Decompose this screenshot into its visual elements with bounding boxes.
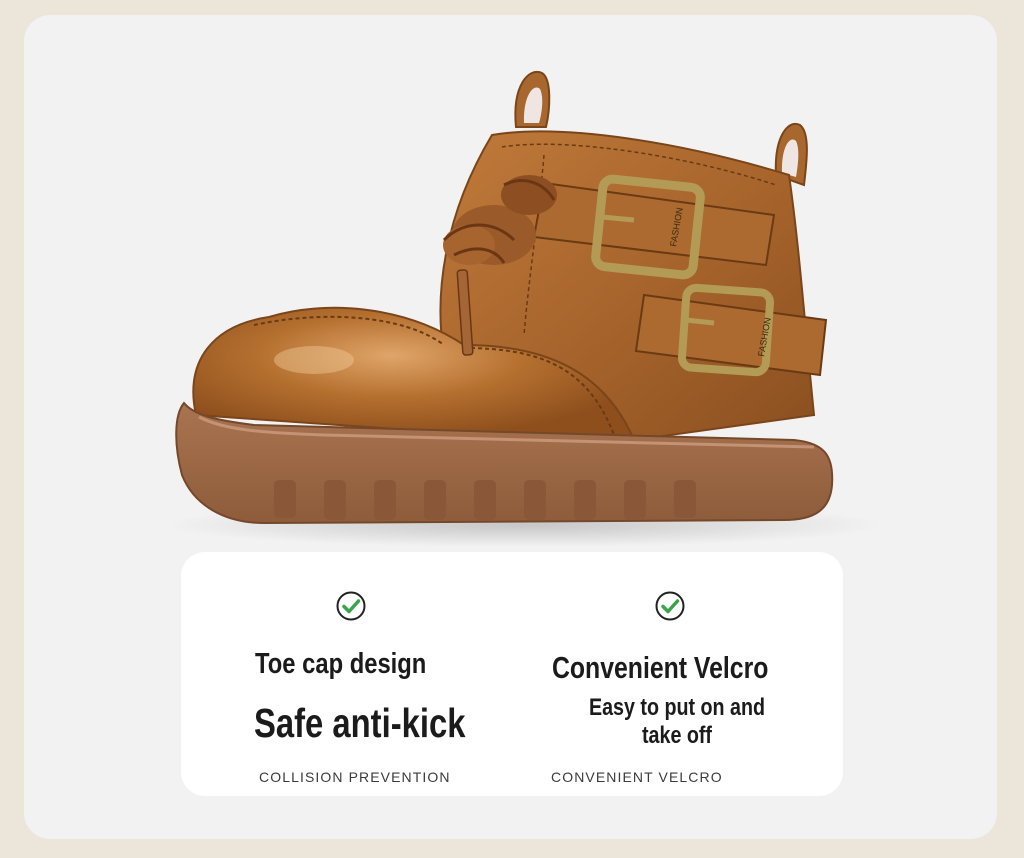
check-circle-icon (336, 591, 366, 621)
feature-heading: Toe cap design (255, 648, 427, 680)
feature-caption: CONVENIENT VELCRO (551, 769, 723, 785)
sole-tread (274, 480, 696, 520)
product-panel: FASHION FASHION Toe cap design Safe anti… (24, 15, 997, 839)
check-circle-icon (655, 591, 685, 621)
feature-velcro: Convenient Velcro Easy to put on and tak… (511, 552, 843, 796)
feature-headline: Safe anti-kick (254, 700, 466, 746)
feature-card: Toe cap design Safe anti-kick COLLISION … (181, 552, 843, 796)
feature-toe-cap: Toe cap design Safe anti-kick COLLISION … (181, 552, 511, 796)
feature-caption: COLLISION PREVENTION (259, 769, 451, 785)
feature-heading: Convenient Velcro (552, 650, 769, 685)
feature-headline: Easy to put on and take off (588, 694, 766, 749)
